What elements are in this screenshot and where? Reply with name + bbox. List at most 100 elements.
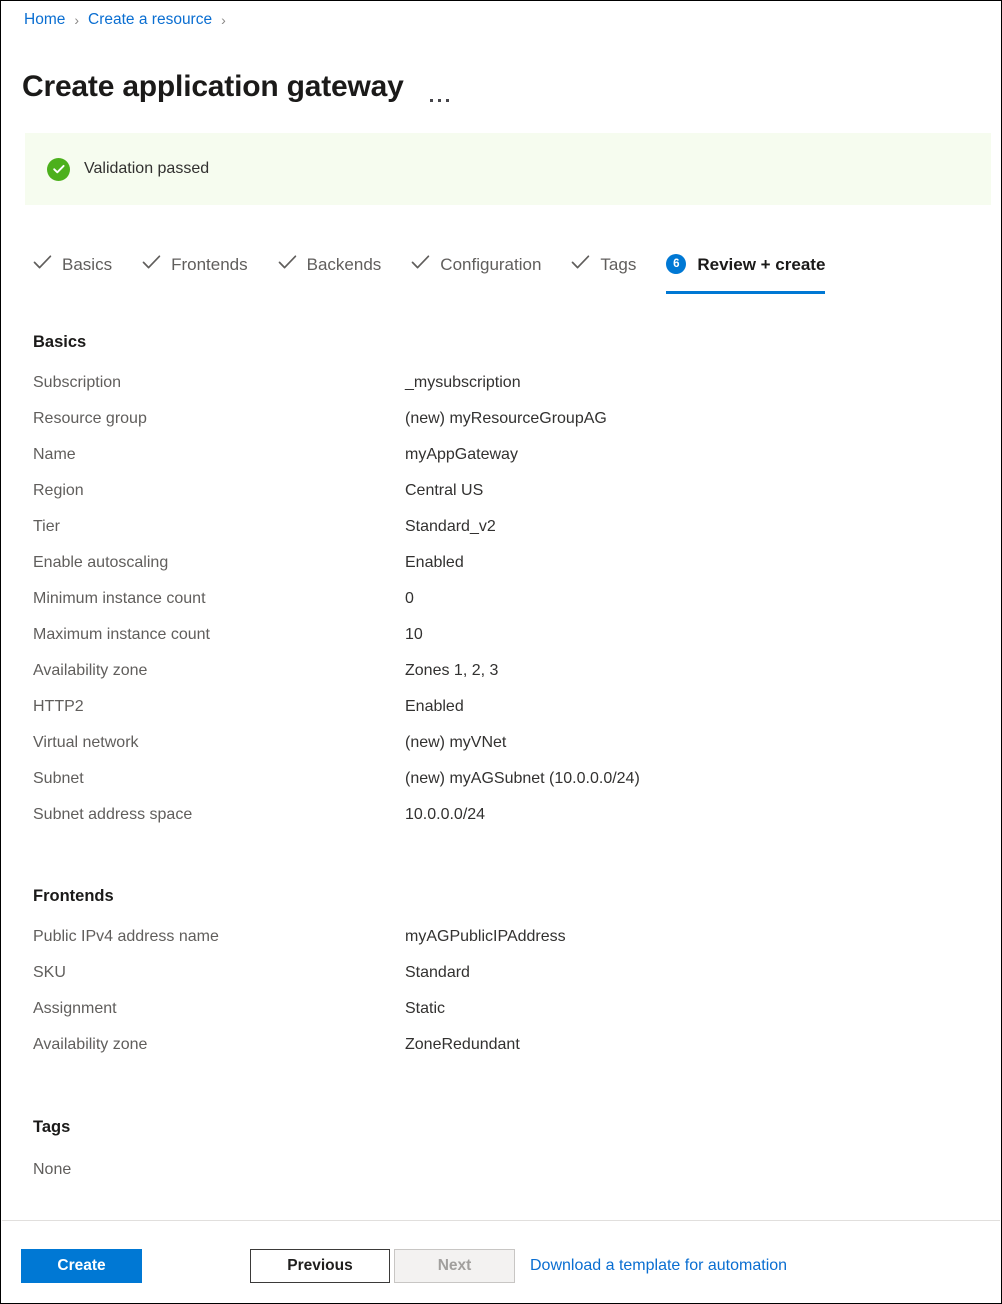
property-label: Enable autoscaling (33, 552, 405, 574)
property-row: HTTP2 Enabled (33, 696, 973, 732)
breadcrumb-separator-icon: › (221, 10, 226, 30)
property-value: _mysubscription (405, 372, 521, 394)
check-icon (571, 254, 590, 275)
property-label: Subnet address space (33, 804, 405, 826)
tab-label: Backends (307, 253, 382, 276)
tab-label: Tags (600, 253, 636, 276)
more-options-icon[interactable] (430, 68, 449, 107)
page-title: Create application gateway (22, 68, 404, 106)
section-frontends: Frontends Public IPv4 address name myAGP… (33, 885, 973, 1070)
ellipsis-dot (430, 99, 433, 102)
property-label: Availability zone (33, 660, 405, 682)
check-circle-icon (47, 158, 70, 181)
section-heading: Basics (33, 331, 973, 353)
property-label: Resource group (33, 408, 405, 430)
property-row: Virtual network (new) myVNet (33, 732, 973, 768)
property-row: Public IPv4 address name myAGPublicIPAdd… (33, 926, 973, 962)
property-label: Public IPv4 address name (33, 926, 405, 948)
check-icon (142, 254, 161, 275)
tab-basics[interactable]: Basics (33, 244, 112, 288)
property-row: Availability zone Zones 1, 2, 3 (33, 660, 973, 696)
property-value: 0 (405, 588, 414, 610)
page-header: Create application gateway (22, 48, 449, 126)
ellipsis-dot (446, 99, 449, 102)
breadcrumb-separator-icon: › (74, 10, 79, 30)
breadcrumb-item-create-a-resource[interactable]: Create a resource (88, 10, 212, 30)
tags-value: None (33, 1159, 973, 1181)
check-icon (33, 254, 52, 275)
property-row: SKU Standard (33, 962, 973, 998)
property-row: Resource group (new) myResourceGroupAG (33, 408, 973, 444)
tab-backends[interactable]: Backends (278, 244, 382, 288)
create-button[interactable]: Create (21, 1249, 142, 1283)
property-row: Assignment Static (33, 998, 973, 1034)
download-template-link[interactable]: Download a template for automation (530, 1255, 787, 1277)
step-number-badge: 6 (666, 254, 686, 274)
property-value: myAppGateway (405, 444, 518, 466)
property-value: Standard_v2 (405, 516, 496, 538)
check-icon (278, 254, 297, 275)
wizard-footer: Create Previous Next Download a template… (1, 1221, 1001, 1303)
property-label: Region (33, 480, 405, 502)
property-value: 10.0.0.0/24 (405, 804, 485, 826)
tab-label: Configuration (440, 253, 541, 276)
property-label: Virtual network (33, 732, 405, 754)
tab-tags[interactable]: Tags (571, 244, 636, 288)
ellipsis-dot (438, 99, 441, 102)
property-value: ZoneRedundant (405, 1034, 520, 1056)
property-label: SKU (33, 962, 405, 984)
property-label: Subnet (33, 768, 405, 790)
tab-review-create[interactable]: 6 Review + create (666, 244, 825, 288)
active-tab-underline (666, 291, 825, 294)
property-row: Subnet (new) myAGSubnet (10.0.0.0/24) (33, 768, 973, 804)
property-label: Tier (33, 516, 405, 538)
previous-button[interactable]: Previous (250, 1249, 390, 1283)
section-basics: Basics Subscription _mysubscription Reso… (33, 331, 973, 840)
property-value: 10 (405, 624, 423, 646)
create-application-gateway-page: Home › Create a resource › Create applic… (0, 0, 1002, 1304)
section-heading: Tags (33, 1116, 973, 1138)
tab-configuration[interactable]: Configuration (411, 244, 541, 288)
property-label: Subscription (33, 372, 405, 394)
property-value: Standard (405, 962, 470, 984)
property-row: Minimum instance count 0 (33, 588, 973, 624)
frontends-property-list: Public IPv4 address name myAGPublicIPAdd… (33, 926, 973, 1070)
property-row: Tier Standard_v2 (33, 516, 973, 552)
basics-property-list: Subscription _mysubscription Resource gr… (33, 372, 973, 840)
property-label: HTTP2 (33, 696, 405, 718)
check-icon (411, 254, 430, 275)
property-value: (new) myAGSubnet (10.0.0.0/24) (405, 768, 640, 790)
validation-banner-text: Validation passed (84, 158, 209, 180)
property-value: (new) myResourceGroupAG (405, 408, 607, 430)
wizard-tabs: Basics Frontends Backends (33, 244, 825, 292)
breadcrumb-item-home[interactable]: Home (24, 10, 65, 30)
property-value: Static (405, 998, 445, 1020)
property-label: Minimum instance count (33, 588, 405, 610)
breadcrumb: Home › Create a resource › (24, 10, 235, 30)
property-label: Name (33, 444, 405, 466)
validation-banner: Validation passed (25, 133, 991, 205)
tab-label: Basics (62, 253, 112, 276)
property-value: Enabled (405, 552, 464, 574)
property-label: Availability zone (33, 1034, 405, 1056)
tab-label: Frontends (171, 253, 248, 276)
review-content: Basics Subscription _mysubscription Reso… (33, 331, 973, 1181)
property-label: Maximum instance count (33, 624, 405, 646)
property-row: Maximum instance count 10 (33, 624, 973, 660)
property-row: Name myAppGateway (33, 444, 973, 480)
property-label: Assignment (33, 998, 405, 1020)
property-value: (new) myVNet (405, 732, 506, 754)
property-value: Enabled (405, 696, 464, 718)
section-tags: Tags None (33, 1116, 973, 1181)
property-row: Subscription _mysubscription (33, 372, 973, 408)
property-row: Availability zone ZoneRedundant (33, 1034, 973, 1070)
property-value: Central US (405, 480, 483, 502)
property-row: Enable autoscaling Enabled (33, 552, 973, 588)
next-button: Next (394, 1249, 515, 1283)
tab-frontends[interactable]: Frontends (142, 244, 248, 288)
property-row: Region Central US (33, 480, 973, 516)
property-value: myAGPublicIPAddress (405, 926, 566, 948)
section-heading: Frontends (33, 885, 973, 907)
tab-label: Review + create (697, 253, 825, 276)
property-value: Zones 1, 2, 3 (405, 660, 498, 682)
